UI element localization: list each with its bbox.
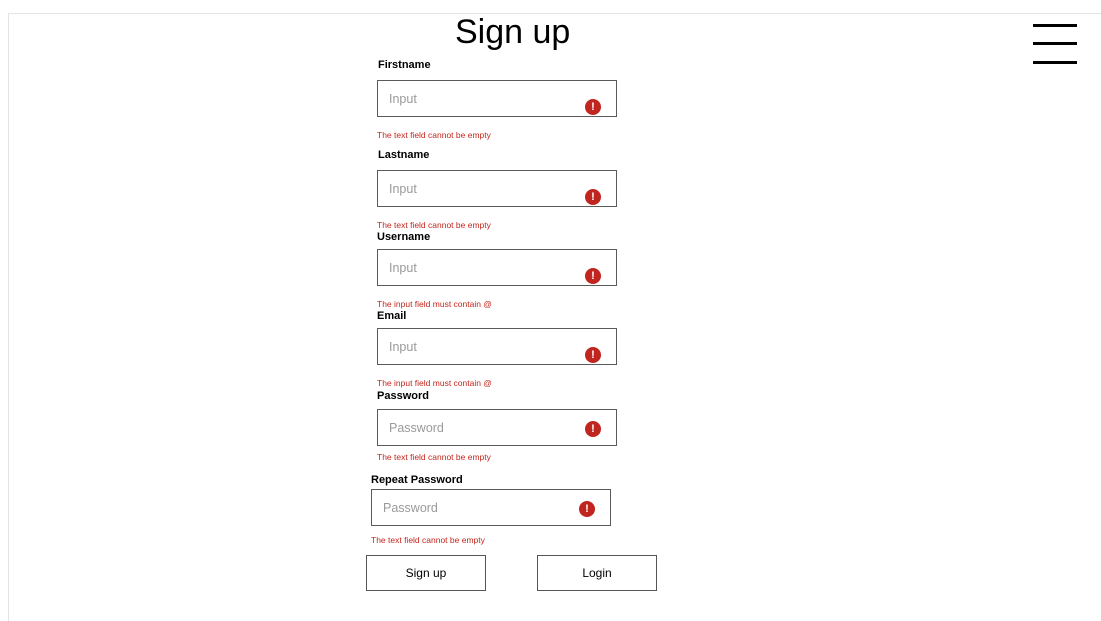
error-icon: ! [585, 347, 601, 363]
lastname-field-box: ! [377, 170, 617, 207]
lastname-label: Lastname [378, 149, 430, 161]
firstname-label: Firstname [378, 59, 431, 71]
repeat-password-field-box: ! [371, 489, 611, 526]
lastname-error: The text field cannot be empty [377, 220, 491, 230]
password-field-box: ! [377, 409, 617, 446]
password-label: Password [377, 390, 429, 402]
page-title: Sign up [455, 13, 571, 51]
firstname-field-box: ! [377, 80, 617, 117]
signup-button[interactable]: Sign up [366, 555, 486, 591]
menu-bar [1033, 24, 1077, 27]
email-input[interactable] [378, 329, 616, 364]
menu-bar [1033, 61, 1077, 64]
email-field-box: ! [377, 328, 617, 365]
error-icon: ! [585, 421, 601, 437]
username-field-box: ! [377, 249, 617, 286]
firstname-input[interactable] [378, 81, 616, 116]
password-input[interactable] [378, 410, 616, 445]
repeat-password-input[interactable] [372, 490, 610, 525]
login-button[interactable]: Login [537, 555, 657, 591]
error-icon: ! [585, 99, 601, 115]
username-error: The input field must contain @ [377, 299, 492, 309]
hamburger-menu-icon[interactable] [1033, 24, 1079, 66]
repeat-password-error: The text field cannot be empty [371, 535, 485, 545]
password-error: The text field cannot be empty [377, 452, 491, 462]
email-error: The input field must contain @ [377, 378, 492, 388]
repeat-password-label: Repeat Password [371, 474, 463, 486]
firstname-error: The text field cannot be empty [377, 130, 491, 140]
lastname-input[interactable] [378, 171, 616, 206]
error-icon: ! [585, 189, 601, 205]
error-icon: ! [585, 268, 601, 284]
error-icon: ! [579, 501, 595, 517]
menu-bar [1033, 42, 1077, 45]
email-label: Email [377, 310, 407, 322]
username-input[interactable] [378, 250, 616, 285]
username-label: Username [377, 231, 431, 243]
